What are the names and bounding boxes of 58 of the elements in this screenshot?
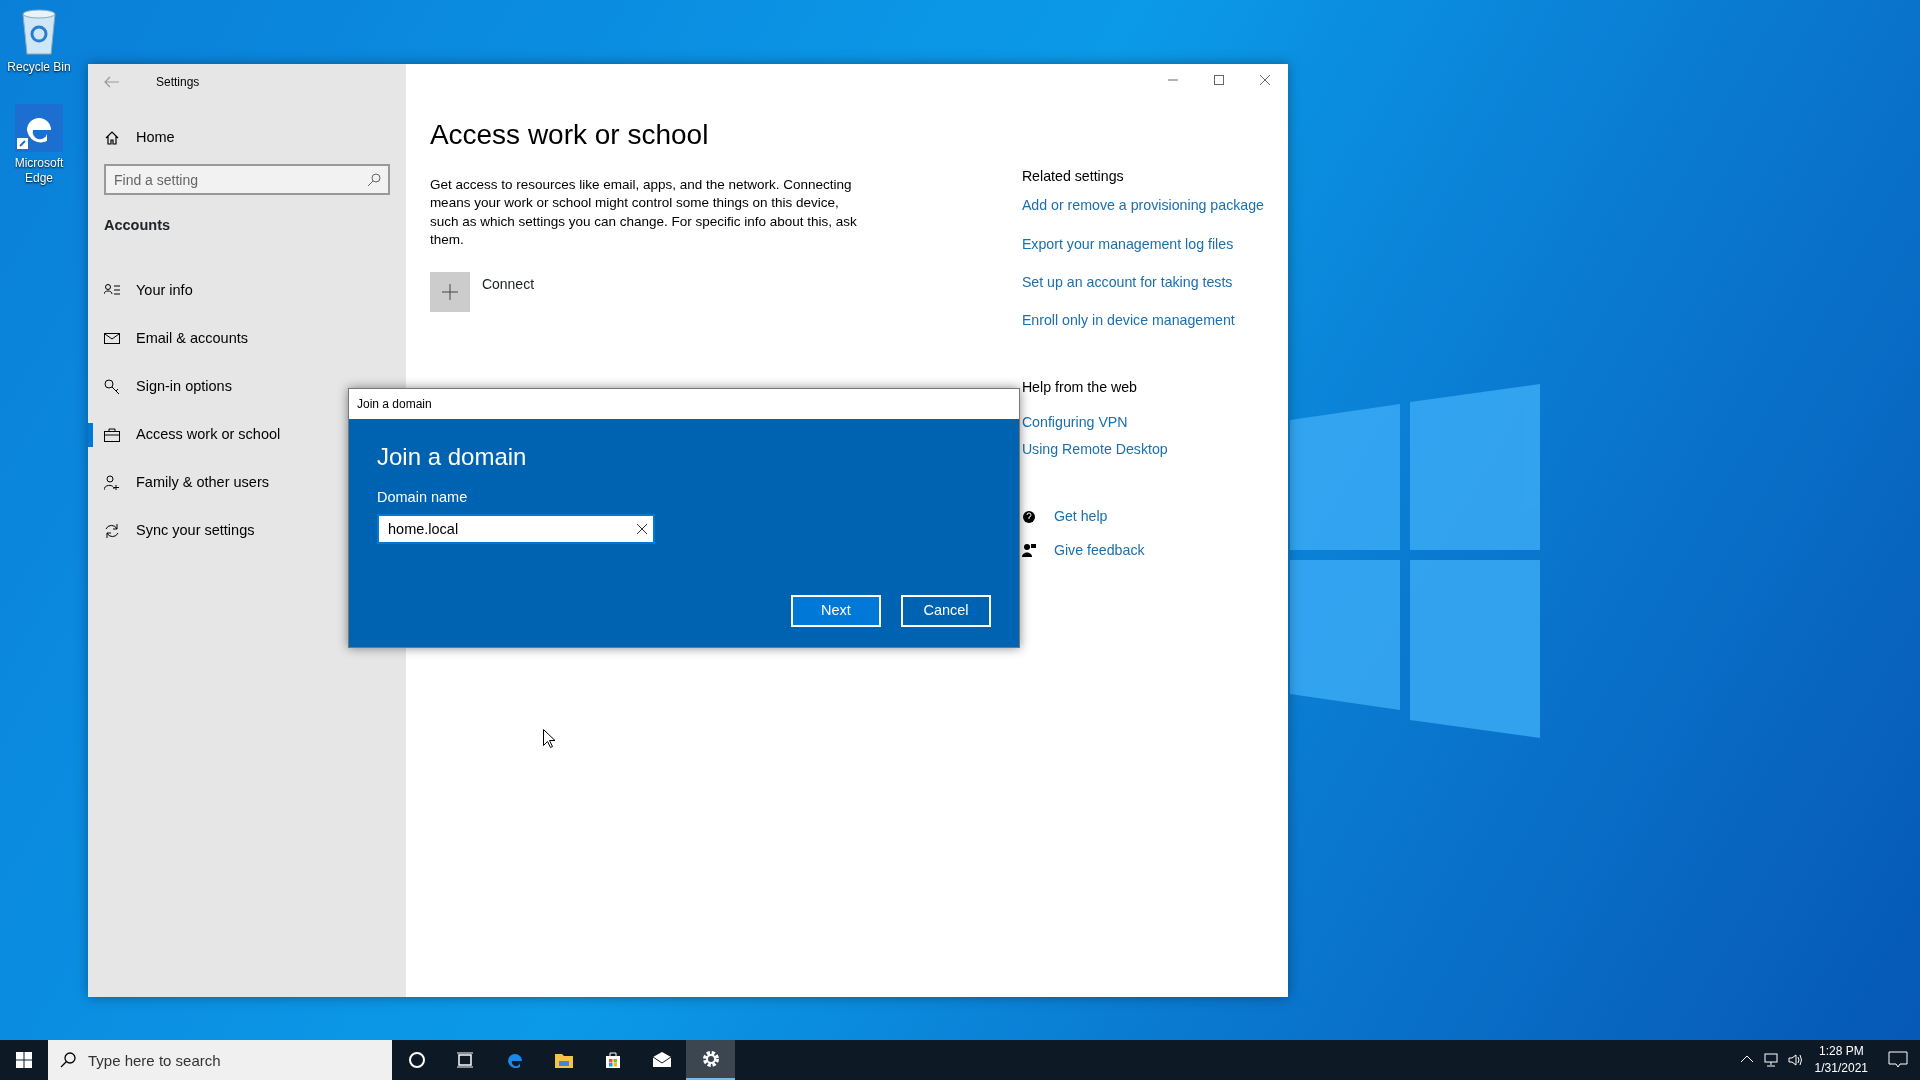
domain-name-field[interactable]: home.local xyxy=(377,513,655,544)
help-chat-icon xyxy=(1021,510,1036,524)
connect-button[interactable] xyxy=(429,271,470,312)
sidebar-item[interactable]: Family & other users xyxy=(88,458,277,507)
briefcase-icon xyxy=(104,426,120,443)
speaker-icon[interactable] xyxy=(1786,1052,1803,1068)
person-plus-icon xyxy=(104,474,120,491)
sidebar-item[interactable]: Access work or school xyxy=(88,410,289,459)
sidebar-item[interactable]: Sync your settings xyxy=(88,506,263,555)
related-link[interactable]: Set up an account for taking tests xyxy=(1021,271,1264,294)
mouse-pointer-icon xyxy=(543,729,555,748)
close-icon[interactable] xyxy=(1258,74,1272,86)
search-field[interactable]: Find a setting xyxy=(104,164,390,195)
field-label: Domain name xyxy=(377,488,469,507)
sidebar-item[interactable]: Email & accounts xyxy=(88,314,257,363)
page-title: Access work or school xyxy=(429,118,710,152)
search-icon xyxy=(60,1052,76,1068)
home-link[interactable]: Home xyxy=(136,127,175,149)
notification-icon[interactable] xyxy=(1888,1051,1908,1069)
maximize-icon[interactable] xyxy=(1212,74,1226,86)
desktop-icon-label[interactable]: Recycle Bin xyxy=(7,60,71,75)
connect-label[interactable]: Connect xyxy=(481,273,535,312)
help-link[interactable]: Using Remote Desktop xyxy=(1021,439,1264,461)
related-link[interactable]: Enroll only in device management xyxy=(1021,310,1264,332)
desktop-icon-label[interactable]: Microsoft Edge xyxy=(4,156,74,186)
page-description: Get access to resources like email, apps, and the network. Connecting means your work or school might control some things on this device, such as which settings you can change. For specific info about this, ask them. xyxy=(429,175,858,250)
sidebar-item[interactable]: Sign-in options xyxy=(88,362,240,411)
envelope-icon xyxy=(651,1050,672,1070)
sync-icon xyxy=(104,522,120,539)
home-icon xyxy=(104,130,120,146)
dialog-title-bar: Join a domain xyxy=(349,389,1019,419)
taskbar-search-field[interactable]: Type here to search xyxy=(48,1040,392,1080)
taskbar-app-button[interactable] xyxy=(686,1040,735,1080)
help-heading: Help from the web xyxy=(1021,378,1138,398)
windows-icon xyxy=(16,1052,32,1068)
window-title: Settings xyxy=(156,74,200,91)
give-feedback-link[interactable]: Give feedback xyxy=(1053,539,1145,561)
sidebar-item[interactable]: Your info xyxy=(88,266,201,315)
feedback-icon xyxy=(1021,543,1036,558)
gear-icon xyxy=(700,1049,721,1069)
clock-date[interactable]: 1/31/2021 xyxy=(1814,1060,1868,1077)
related-link[interactable]: Add or remove a provisioning package xyxy=(1021,195,1264,217)
network-icon[interactable] xyxy=(1762,1052,1779,1068)
get-help-link[interactable]: Get help xyxy=(1053,506,1108,528)
plus-icon xyxy=(441,283,458,300)
dialog-heading: Join a domain xyxy=(377,442,528,472)
envelope-icon xyxy=(104,330,120,347)
help-link[interactable]: Configuring VPN xyxy=(1021,411,1264,434)
clear-icon[interactable] xyxy=(637,523,647,534)
clock-time[interactable]: 1:28 PM xyxy=(1818,1043,1864,1060)
search-icon xyxy=(366,173,381,187)
cortana-circle-icon xyxy=(406,1050,427,1070)
related-settings-heading: Related settings xyxy=(1021,167,1125,186)
related-link[interactable]: Export your management log files xyxy=(1021,233,1264,255)
task-view-icon xyxy=(455,1050,476,1070)
cancel-button[interactable]: Cancel xyxy=(901,595,991,627)
section-heading: Accounts xyxy=(103,216,172,235)
next-button[interactable]: Next xyxy=(791,595,881,627)
